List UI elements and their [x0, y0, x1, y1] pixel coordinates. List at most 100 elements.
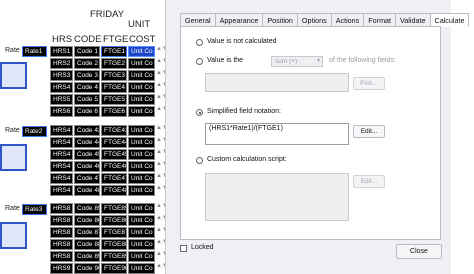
code-field[interactable]: Code 89	[74, 251, 100, 262]
code-field[interactable]: Code 43	[74, 125, 100, 136]
code-field[interactable]: Code 47	[74, 173, 100, 184]
code-field[interactable]: Code 87	[74, 227, 100, 238]
unit-cost-field[interactable]: Unit Co	[128, 239, 155, 250]
unit-cost-field[interactable]: Unit Co	[128, 46, 155, 57]
spinner-icon[interactable]: ▲▼	[156, 58, 168, 64]
code-field[interactable]: Code 48	[74, 185, 100, 196]
tab-actions[interactable]: Actions	[330, 13, 364, 27]
code-field[interactable]: Code 46	[74, 161, 100, 172]
ftge-field[interactable]: FTGE5	[101, 94, 127, 105]
unit-cost-field[interactable]: Unit Co	[128, 203, 155, 214]
tab-calculate[interactable]: Calculate	[429, 13, 470, 27]
rate-field-1[interactable]: Rate1	[22, 46, 47, 57]
spinner-icon[interactable]: ▲▼	[156, 149, 168, 155]
hrs-field[interactable]: HRS2	[50, 58, 73, 69]
hrs-field[interactable]: HRS4	[50, 125, 73, 136]
edit-custom-button[interactable]: Edit...	[353, 175, 385, 188]
ftge-field[interactable]: FTGE45	[101, 149, 127, 160]
hrs-field[interactable]: HRS3	[50, 70, 73, 81]
code-field[interactable]: Code 4	[74, 82, 100, 93]
operation-select[interactable]: sum (+) ▾	[271, 56, 323, 67]
ftge-field[interactable]: FTGE85	[101, 203, 127, 214]
rate-field-3[interactable]: Rate3	[22, 204, 47, 215]
ftge-field[interactable]: FTGE43	[101, 125, 127, 136]
ftge-field[interactable]: FTGE4	[101, 82, 127, 93]
spinner-icon[interactable]: ▲▼	[156, 70, 168, 76]
unit-cost-field[interactable]: Unit Co	[128, 58, 155, 69]
rate-field-2[interactable]: Rate2	[22, 126, 47, 137]
close-button[interactable]: Close	[396, 244, 442, 259]
unit-cost-field[interactable]: Unit Co	[128, 125, 155, 136]
hrs-field[interactable]: HRS8	[50, 227, 73, 238]
hrs-field[interactable]: HRS4	[50, 149, 73, 160]
edit-simplified-button[interactable]: Edit...	[353, 125, 385, 138]
hrs-field[interactable]: HRS9	[50, 263, 73, 274]
code-field[interactable]: Code 45	[74, 149, 100, 160]
tab-validate[interactable]: Validate	[395, 13, 430, 27]
field-selection-box-3[interactable]	[0, 222, 27, 249]
spinner-icon[interactable]: ▲▼	[156, 215, 168, 221]
ftge-field[interactable]: FTGE47	[101, 173, 127, 184]
spinner-icon[interactable]: ▲▼	[156, 251, 168, 257]
hrs-field[interactable]: HRS5	[50, 94, 73, 105]
ftge-field[interactable]: FTGE6	[101, 106, 127, 117]
hrs-field[interactable]: HRS8	[50, 215, 73, 226]
ftge-field[interactable]: FTGE90	[101, 263, 127, 274]
unit-cost-field[interactable]: Unit Co	[128, 106, 155, 117]
unit-cost-field[interactable]: Unit Co	[128, 70, 155, 81]
tab-general[interactable]: General	[180, 13, 215, 27]
unit-cost-field[interactable]: Unit Co	[128, 149, 155, 160]
ftge-field[interactable]: FTGE88	[101, 239, 127, 250]
code-field[interactable]: Code 5	[74, 94, 100, 105]
ftge-field[interactable]: FTGE2	[101, 58, 127, 69]
code-field[interactable]: Code 3	[74, 70, 100, 81]
ftge-field[interactable]: FTGE3	[101, 70, 127, 81]
unit-cost-field[interactable]: Unit Co	[128, 137, 155, 148]
field-selection-box-1[interactable]	[0, 62, 27, 89]
unit-cost-field[interactable]: Unit Co	[128, 173, 155, 184]
spinner-icon[interactable]: ▲▼	[156, 137, 168, 143]
ftge-field[interactable]: FTGE86	[101, 215, 127, 226]
radio-custom-script[interactable]	[196, 157, 203, 164]
hrs-field[interactable]: HRS4	[50, 137, 73, 148]
field-selection-box-2[interactable]	[0, 144, 27, 171]
tab-format[interactable]: Format	[363, 13, 396, 27]
ftge-field[interactable]: FTGE1	[101, 46, 127, 57]
code-field[interactable]: Code 6	[74, 106, 100, 117]
spinner-icon[interactable]: ▲▼	[156, 227, 168, 233]
ftge-field[interactable]: FTGE87	[101, 227, 127, 238]
tab-options[interactable]: Options	[296, 13, 331, 27]
spinner-icon[interactable]: ▲▼	[156, 203, 168, 209]
ftge-field[interactable]: FTGE44	[101, 137, 127, 148]
hrs-field[interactable]: HRS4	[50, 161, 73, 172]
spinner-icon[interactable]: ▲▼	[156, 239, 168, 245]
code-field[interactable]: Code 86	[74, 215, 100, 226]
hrs-field[interactable]: HRS1	[50, 46, 73, 57]
hrs-field[interactable]: HRS4	[50, 173, 73, 184]
ftge-field[interactable]: FTGE46	[101, 161, 127, 172]
radio-simplified-notation[interactable]	[196, 109, 203, 116]
spinner-icon[interactable]: ▲▼	[156, 125, 168, 131]
hrs-field[interactable]: HRS4	[50, 82, 73, 93]
unit-cost-field[interactable]: Unit Co	[128, 161, 155, 172]
code-field[interactable]: Code 44	[74, 137, 100, 148]
unit-cost-field[interactable]: Unit Co	[128, 251, 155, 262]
radio-not-calculated[interactable]	[196, 39, 203, 46]
unit-cost-field[interactable]: Unit Co	[128, 82, 155, 93]
spinner-icon[interactable]: ▲▼	[156, 161, 168, 167]
hrs-field[interactable]: HRS4	[50, 185, 73, 196]
tab-appearance[interactable]: Appearance	[214, 13, 263, 27]
simplified-notation-box[interactable]: (HRS1*Rate1)/(FTGE1)	[205, 123, 349, 145]
locked-checkbox[interactable]	[180, 245, 187, 252]
spinner-icon[interactable]: ▲▼	[156, 185, 168, 191]
spinner-icon[interactable]: ▲▼	[156, 106, 168, 112]
unit-cost-field[interactable]: Unit Co	[128, 185, 155, 196]
hrs-field[interactable]: HRS6	[50, 106, 73, 117]
ftge-field[interactable]: FTGE48	[101, 185, 127, 196]
hrs-field[interactable]: HRS8	[50, 251, 73, 262]
hrs-field[interactable]: HRS8	[50, 239, 73, 250]
spinner-icon[interactable]: ▲▼	[156, 173, 168, 179]
unit-cost-field[interactable]: Unit Co	[128, 94, 155, 105]
code-field[interactable]: Code 88	[74, 239, 100, 250]
radio-value-is-the[interactable]	[196, 58, 203, 65]
